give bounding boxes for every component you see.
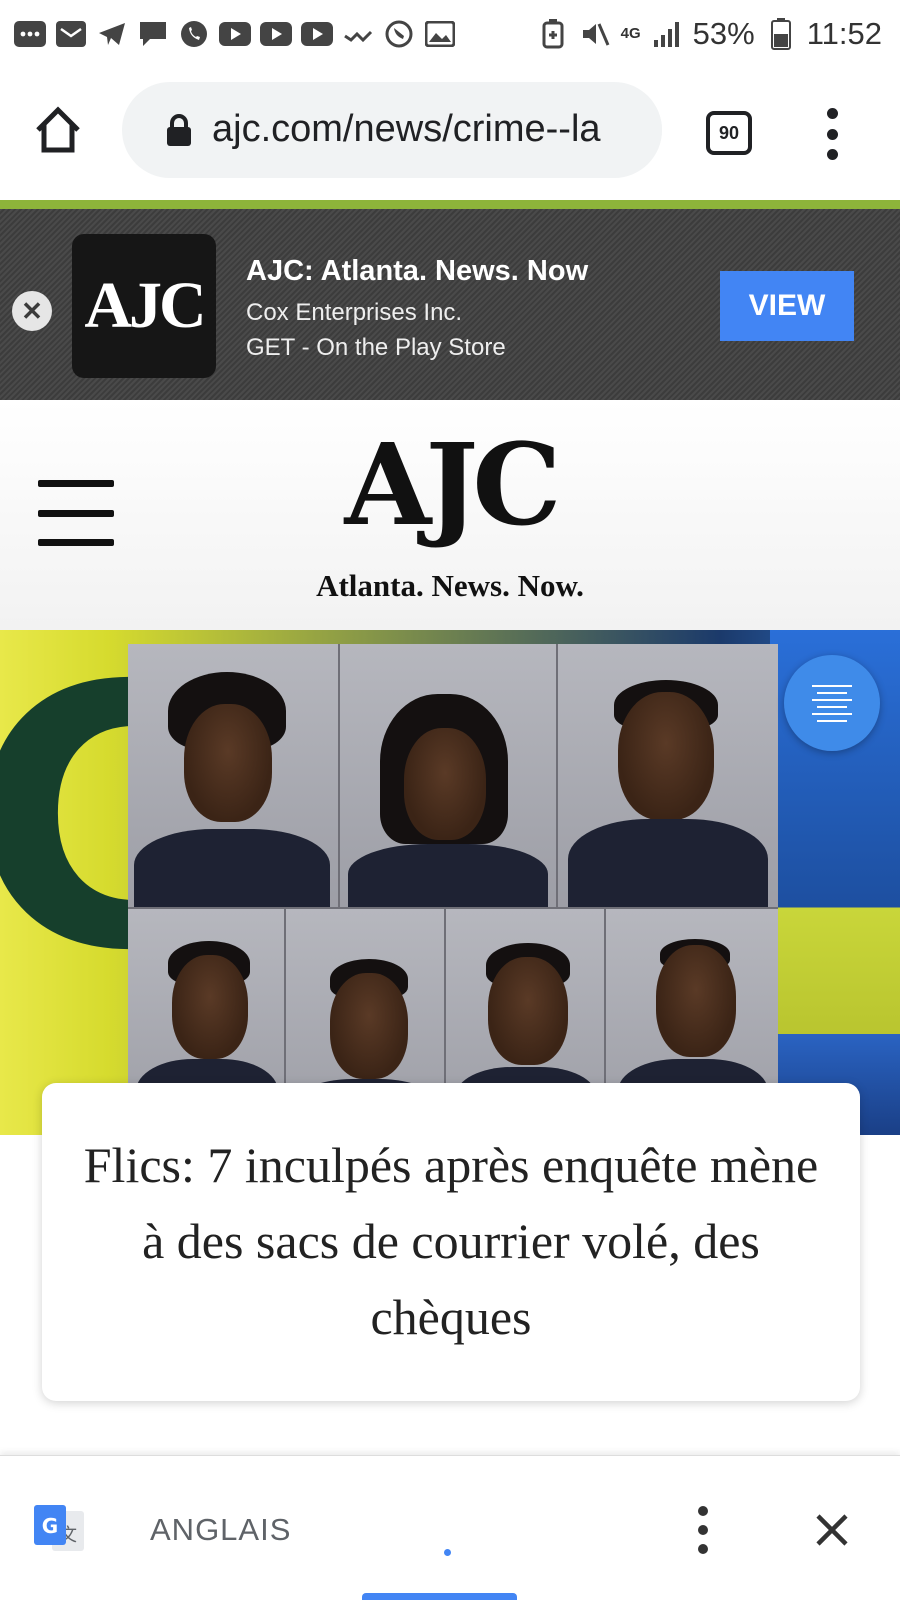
lock-icon <box>167 114 191 146</box>
chat-bubble-icon <box>137 20 169 48</box>
list-line <box>817 719 847 722</box>
telegram-icon <box>96 20 128 48</box>
mute-icon <box>579 20 611 48</box>
svg-text:G: G <box>42 1514 58 1538</box>
close-icon: ✕ <box>21 295 43 326</box>
menu-dot-icon <box>826 149 838 160</box>
table-of-contents-button[interactable] <box>784 655 880 751</box>
youtube-icon <box>260 20 292 48</box>
site-header: AJC Atlanta. News. Now. <box>0 400 900 630</box>
status-bar: 4G 53% 11:52 <box>0 0 900 68</box>
app-store-text: GET - On the Play Store <box>246 334 506 361</box>
banner-close-button[interactable]: ✕ <box>12 291 52 331</box>
status-right: 4G 53% 11:52 <box>537 12 882 56</box>
home-icon <box>36 106 80 153</box>
site-logo[interactable]: AJC <box>0 420 900 551</box>
home-button[interactable] <box>32 104 84 156</box>
app-install-banner: ✕ AJC AJC: Atlanta. News. Now Cox Enterp… <box>0 200 900 400</box>
notification-icons <box>14 14 456 54</box>
list-line <box>817 691 847 694</box>
translate-close-button[interactable] <box>810 1508 854 1552</box>
close-icon <box>816 1514 848 1546</box>
view-app-button[interactable]: VIEW <box>720 271 854 341</box>
missed-call-icon <box>342 20 374 48</box>
more-apps-icon <box>14 20 46 48</box>
url-fade <box>602 82 662 178</box>
list-line <box>817 705 847 708</box>
gallery-icon <box>424 20 456 48</box>
browser-menu-button[interactable] <box>822 108 842 160</box>
whatsapp-icon <box>178 20 210 48</box>
youtube-icon <box>219 20 251 48</box>
menu-dot-icon <box>698 1544 708 1554</box>
mugshot-photo <box>558 644 778 909</box>
crime-tape-letter: C <box>0 630 235 1029</box>
clock: 11:52 <box>806 16 882 51</box>
mail-icon <box>55 20 87 48</box>
tab-switcher-button[interactable]: 90 <box>706 111 752 155</box>
mugshot-photo <box>340 644 558 909</box>
battery-percent: 53% <box>692 16 755 51</box>
mugshot-collage <box>128 644 778 1134</box>
viber-icon <box>383 20 415 48</box>
address-bar[interactable]: ajc.com/news/crime--la <box>122 82 662 178</box>
battery-icon <box>765 18 797 50</box>
url-text: ajc.com/news/crime--la <box>212 108 601 150</box>
mugshot-photo <box>128 644 340 909</box>
network-type: 4G <box>620 25 641 42</box>
app-logo: AJC <box>72 234 216 378</box>
translate-options-button[interactable] <box>692 1506 714 1554</box>
menu-dot-icon <box>698 1525 708 1535</box>
list-line <box>812 712 852 715</box>
article-hero-image: C <box>0 630 900 1135</box>
translate-tab-indicator <box>362 1593 517 1600</box>
site-tagline: Atlanta. News. Now. <box>316 568 584 603</box>
app-title: AJC: Atlanta. News. Now <box>246 255 589 287</box>
article-headline: Flics: 7 inculpés après enquête mène à d… <box>83 1137 819 1345</box>
youtube-icon <box>301 20 333 48</box>
menu-dot-icon <box>698 1506 708 1516</box>
menu-dot-icon <box>826 128 838 140</box>
headline-card[interactable]: Flics: 7 inculpés après enquête mène à d… <box>42 1083 860 1401</box>
battery-saver-icon <box>537 19 569 49</box>
google-translate-icon: 文 G <box>34 1505 84 1551</box>
list-line <box>812 698 852 701</box>
signal-icon <box>651 20 683 48</box>
translate-language-tab[interactable]: ANGLAIS <box>150 1512 291 1548</box>
menu-dot-icon <box>826 108 838 119</box>
app-publisher: Cox Enterprises Inc. <box>246 299 463 326</box>
loading-dot <box>444 1549 451 1556</box>
translate-bar: 文 G ANGLAIS <box>0 1455 900 1600</box>
browser-toolbar: ajc.com/news/crime--la 90 <box>0 68 900 200</box>
list-line <box>812 684 852 687</box>
